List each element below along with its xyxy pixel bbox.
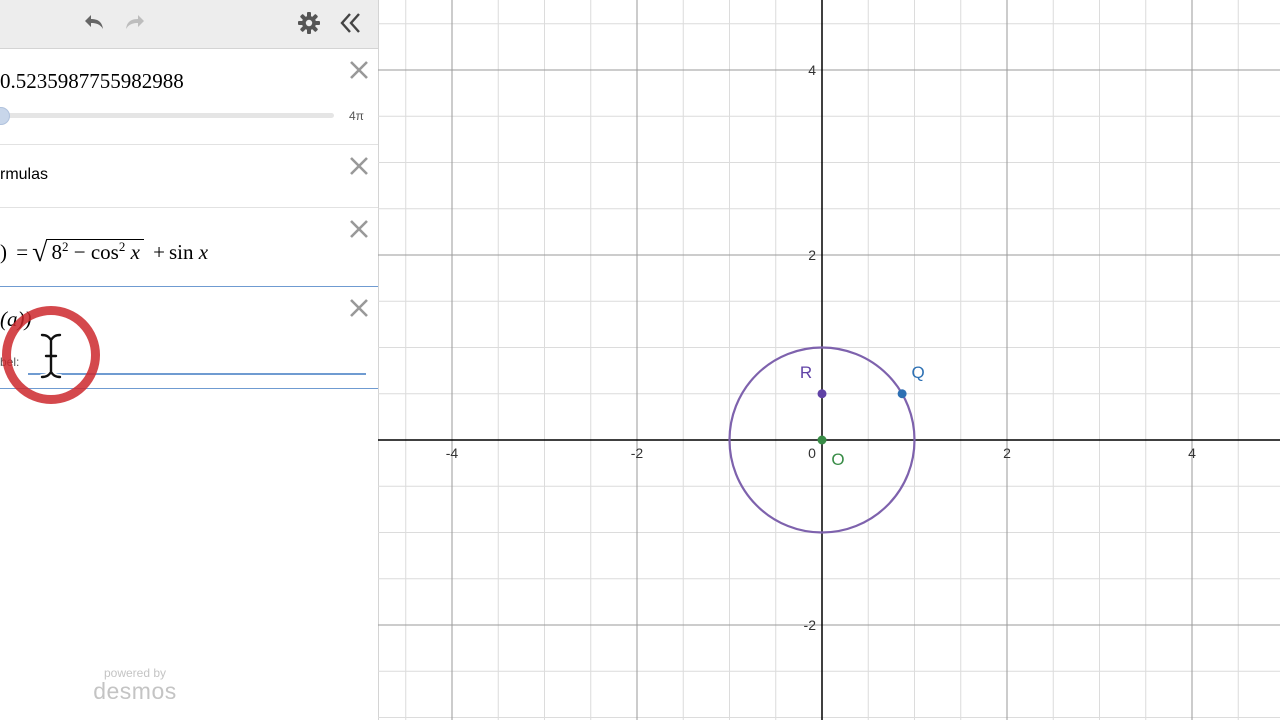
- graph-paper[interactable]: -4 -2 0 2 4 4 2 -2 R Q O: [378, 0, 1280, 720]
- double-chevron-left-icon[interactable]: [337, 9, 365, 37]
- x-tick-label: 2: [1003, 445, 1011, 461]
- redo-icon[interactable]: [122, 9, 150, 37]
- formula-equals: =: [16, 240, 29, 264]
- y-tick-label: -2: [804, 617, 817, 633]
- point-q: [897, 389, 907, 399]
- expression-point[interactable]: (a)) bel:: [0, 286, 378, 389]
- cos-variable: x: [130, 240, 140, 264]
- point-label-q: Q: [911, 363, 924, 382]
- expression-formula[interactable]: ) = √ 82 − cos2 x + sin x: [0, 208, 378, 287]
- y-tick-label: 2: [808, 247, 816, 263]
- formula-lhs: ): [0, 240, 7, 264]
- expression-note[interactable]: rmulas: [0, 145, 378, 208]
- delete-expression-icon[interactable]: [348, 218, 370, 240]
- desmos-logo-text: desmos: [93, 678, 177, 704]
- powered-by-desmos[interactable]: powered by desmos: [88, 666, 182, 705]
- label-caption: bel:: [0, 355, 20, 369]
- y-tick-label: 4: [808, 62, 816, 78]
- delete-expression-icon[interactable]: [348, 59, 370, 81]
- minus-sign: −: [73, 240, 86, 264]
- x-tick-label: -2: [631, 445, 644, 461]
- formula-text[interactable]: ) = √ 82 − cos2 x + sin x: [0, 235, 209, 268]
- plus-sign: +: [153, 240, 165, 264]
- graph-points: R Q O: [800, 363, 925, 469]
- x-tick-label: 4: [1188, 445, 1196, 461]
- cos-function: cos: [90, 240, 119, 264]
- slider-track[interactable]: [0, 113, 334, 118]
- axes: [378, 0, 1280, 720]
- radicand-exponent: 2: [61, 239, 69, 254]
- slider-max-label[interactable]: 4π: [349, 109, 364, 123]
- slider-handle[interactable]: [0, 107, 10, 125]
- radicand-base: 8: [51, 240, 62, 264]
- expression-slider[interactable]: 0.5235987755982988 4π: [0, 49, 378, 145]
- major-gridlines: [378, 0, 1280, 720]
- point-r: [817, 389, 827, 399]
- cos-exponent: 2: [118, 239, 126, 254]
- panel-toolbar: [0, 0, 378, 49]
- undo-icon[interactable]: [79, 9, 107, 37]
- delete-expression-icon[interactable]: [348, 155, 370, 177]
- point-o: [817, 435, 827, 445]
- point-label-input[interactable]: [28, 351, 366, 375]
- desmos-app: 0.5235987755982988 4π rmulas ) = √ 82 − co…: [0, 0, 1280, 720]
- delete-expression-icon[interactable]: [348, 297, 370, 319]
- sqrt-radicand: 82 − cos2 x: [47, 239, 144, 264]
- point-expression-text[interactable]: (a)): [0, 307, 31, 332]
- gear-icon[interactable]: [295, 9, 323, 37]
- sin-variable: x: [198, 240, 209, 264]
- note-text[interactable]: rmulas: [0, 166, 48, 184]
- slider-value-text[interactable]: 0.5235987755982988: [0, 69, 184, 94]
- minor-gridlines: [378, 0, 1280, 720]
- sin-function: sin: [168, 240, 194, 264]
- x-tick-label: -4: [446, 445, 459, 461]
- sqrt-symbol: √: [32, 237, 48, 268]
- x-tick-label: 0: [808, 445, 816, 461]
- expression-panel: 0.5235987755982988 4π rmulas ) = √ 82 − co…: [0, 0, 379, 720]
- point-label-o: O: [831, 450, 844, 469]
- graph-canvas[interactable]: -4 -2 0 2 4 4 2 -2 R Q O: [378, 0, 1280, 720]
- point-label-r: R: [800, 363, 812, 382]
